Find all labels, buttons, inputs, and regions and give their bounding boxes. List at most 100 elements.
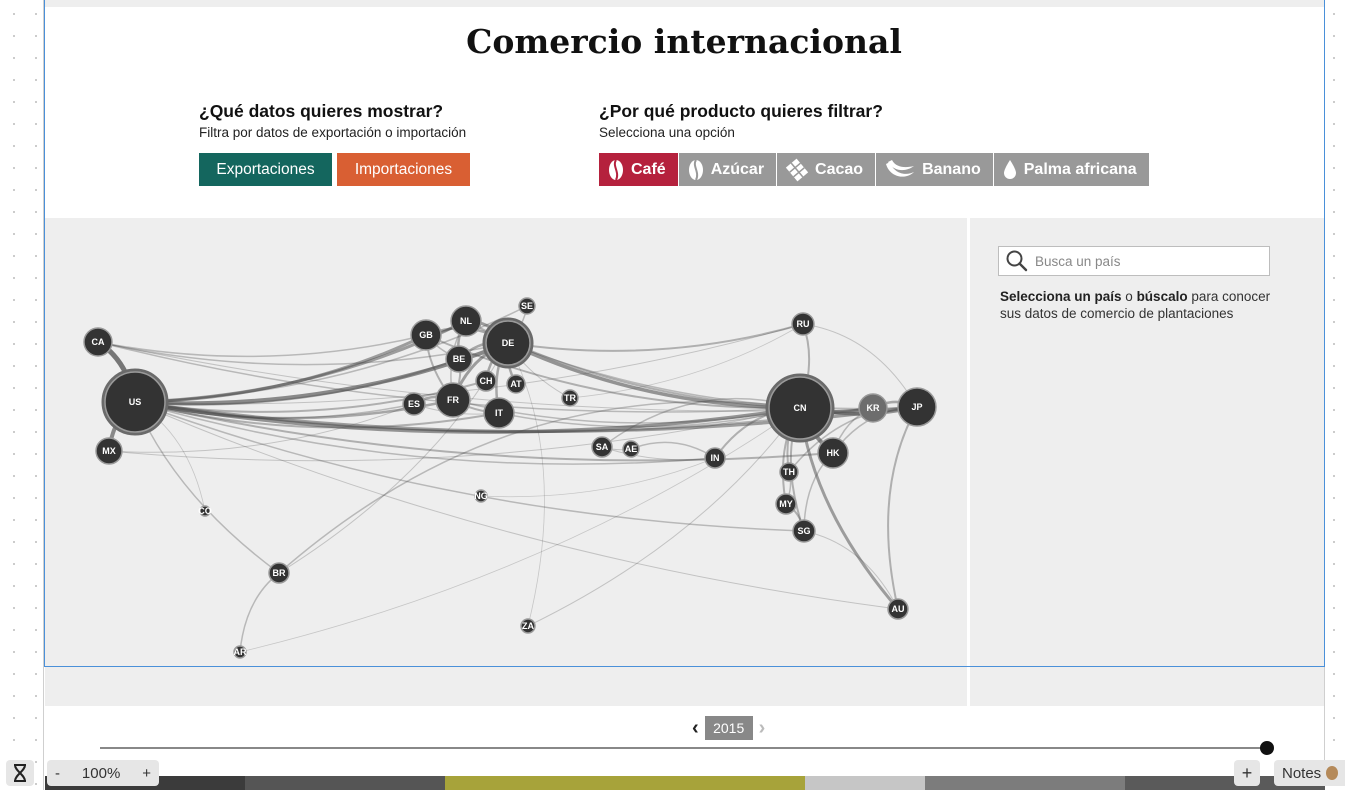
country-code-label: TR bbox=[564, 393, 576, 403]
product-label: Banano bbox=[922, 160, 981, 178]
next-year-icon[interactable]: › bbox=[759, 718, 766, 738]
top-strip bbox=[44, 0, 1324, 7]
search-input[interactable] bbox=[1035, 253, 1255, 269]
sugar-icon bbox=[688, 158, 703, 180]
banana-icon bbox=[886, 159, 915, 177]
current-year: 2015 bbox=[704, 716, 753, 740]
product-button-banano[interactable]: Banano bbox=[876, 153, 994, 186]
country-code-label: AR bbox=[234, 647, 247, 657]
exports-button[interactable]: Exportaciones bbox=[199, 153, 332, 186]
country-node-ar[interactable]: AR bbox=[233, 645, 247, 659]
country-node-sg[interactable]: SG bbox=[792, 519, 816, 543]
year-slider-track[interactable] bbox=[100, 747, 1268, 749]
country-node-tr[interactable]: TR bbox=[561, 389, 579, 407]
photo-segment bbox=[925, 776, 1125, 790]
country-node-br[interactable]: BR bbox=[268, 562, 290, 584]
trade-link bbox=[507, 323, 804, 352]
country-code-label: US bbox=[129, 397, 142, 407]
country-node-se[interactable]: SE bbox=[518, 297, 536, 315]
product-button-azucar[interactable]: Azúcar bbox=[678, 153, 778, 186]
country-search[interactable] bbox=[998, 246, 1270, 276]
product-button-cafe[interactable]: Café bbox=[599, 153, 679, 186]
product-label: Azúcar bbox=[710, 160, 765, 178]
trade-link bbox=[527, 407, 801, 627]
country-node-ch[interactable]: CH bbox=[475, 370, 497, 392]
country-node-de[interactable]: DE bbox=[482, 317, 534, 369]
country-node-mx[interactable]: MX bbox=[95, 437, 123, 465]
page-title: Comercio internacional bbox=[466, 22, 902, 61]
product-filter-group: Café Azúcar Cacao Banano Palma africana bbox=[599, 153, 1149, 186]
country-code-label: HK bbox=[827, 448, 840, 458]
trade-link bbox=[507, 341, 801, 410]
country-node-ru[interactable]: RU bbox=[791, 312, 815, 336]
photo-segment bbox=[445, 776, 805, 790]
country-code-label: JP bbox=[911, 402, 922, 412]
year-slider-thumb[interactable] bbox=[1260, 741, 1274, 755]
country-node-hk[interactable]: HK bbox=[817, 437, 849, 469]
country-node-us[interactable]: US bbox=[101, 368, 169, 436]
country-node-at[interactable]: AT bbox=[506, 374, 526, 394]
country-code-label: MX bbox=[102, 446, 116, 456]
country-node-au[interactable]: AU bbox=[887, 598, 909, 620]
trade-link bbox=[569, 323, 804, 399]
country-node-th[interactable]: TH bbox=[779, 462, 799, 482]
notes-label: Notes bbox=[1282, 764, 1322, 782]
country-node-fr[interactable]: FR bbox=[435, 382, 471, 418]
prev-year-icon[interactable]: ‹ bbox=[692, 718, 699, 738]
country-code-label: NG bbox=[474, 491, 488, 501]
story-frame: Comercio internacional ¿Qué datos quiere… bbox=[43, 0, 1325, 790]
imports-button[interactable]: Importaciones bbox=[337, 153, 470, 186]
photo-segment bbox=[805, 776, 925, 790]
country-code-label: ZA bbox=[522, 621, 534, 631]
country-node-gb[interactable]: GB bbox=[410, 319, 442, 351]
country-code-label: TH bbox=[783, 467, 795, 477]
product-button-cacao[interactable]: Cacao bbox=[777, 153, 877, 186]
zoom-level: 100% bbox=[81, 764, 121, 782]
country-code-label: CO bbox=[198, 506, 212, 516]
country-node-nl[interactable]: NL bbox=[450, 305, 482, 337]
country-node-ng[interactable]: NG bbox=[474, 489, 488, 503]
avatar-icon bbox=[1326, 766, 1339, 780]
add-button[interactable]: + bbox=[1234, 760, 1260, 786]
product-button-palma[interactable]: Palma africana bbox=[993, 153, 1149, 186]
hourglass-icon bbox=[14, 764, 26, 782]
country-code-label: SE bbox=[521, 301, 533, 311]
country-node-in[interactable]: IN bbox=[704, 447, 726, 469]
country-code-label: BR bbox=[273, 568, 286, 578]
country-code-label: MY bbox=[779, 499, 793, 509]
zoom-in-button[interactable]: + bbox=[142, 765, 151, 782]
country-code-label: ES bbox=[408, 399, 420, 409]
chocolate-icon bbox=[785, 158, 809, 181]
country-node-be[interactable]: BE bbox=[445, 345, 473, 373]
country-code-label: KR bbox=[867, 403, 880, 413]
country-node-jp[interactable]: JP bbox=[897, 387, 937, 427]
country-node-it[interactable]: IT bbox=[483, 397, 515, 429]
hourglass-button[interactable] bbox=[6, 760, 34, 786]
network-graph[interactable]: CA US MX GB NL SE DE BE CH AT FR ES IT TR RU CN KR JP HK SA… bbox=[45, 218, 967, 706]
country-node-kr[interactable]: KR bbox=[858, 393, 888, 423]
product-control-heading: ¿Por qué producto quieres filtrar? bbox=[599, 101, 883, 121]
zoom-out-button[interactable]: - bbox=[55, 765, 60, 782]
country-code-label: SG bbox=[797, 526, 810, 536]
trade-link bbox=[134, 333, 427, 404]
country-node-co[interactable]: CO bbox=[198, 505, 212, 517]
trade-network-visualization[interactable]: CA US MX GB NL SE DE BE CH AT FR ES IT TR RU CN KR JP HK SA… bbox=[45, 218, 967, 706]
country-code-label: FR bbox=[447, 395, 459, 405]
country-node-es[interactable]: ES bbox=[402, 392, 426, 416]
country-node-za[interactable]: ZA bbox=[520, 618, 536, 634]
country-node-sa[interactable]: SA bbox=[591, 436, 613, 458]
country-code-label: RU bbox=[797, 319, 810, 329]
trade-link bbox=[239, 572, 280, 653]
country-node-my[interactable]: MY bbox=[775, 493, 797, 515]
country-node-ae[interactable]: AE bbox=[622, 440, 640, 458]
product-control-subheading: Selecciona una opción bbox=[599, 125, 735, 140]
country-node-ca[interactable]: CA bbox=[83, 327, 113, 357]
country-node-cn[interactable]: CN bbox=[765, 373, 835, 443]
data-control-subheading: Filtra por datos de exportación o import… bbox=[199, 125, 467, 140]
country-code-label: IN bbox=[711, 453, 720, 463]
notes-button[interactable]: Notes bbox=[1274, 760, 1345, 786]
data-control-heading: ¿Qué datos quieres mostrar? bbox=[199, 101, 444, 121]
trade-link bbox=[887, 406, 918, 610]
photo-strip bbox=[45, 776, 1325, 790]
country-code-label: IT bbox=[495, 408, 504, 418]
